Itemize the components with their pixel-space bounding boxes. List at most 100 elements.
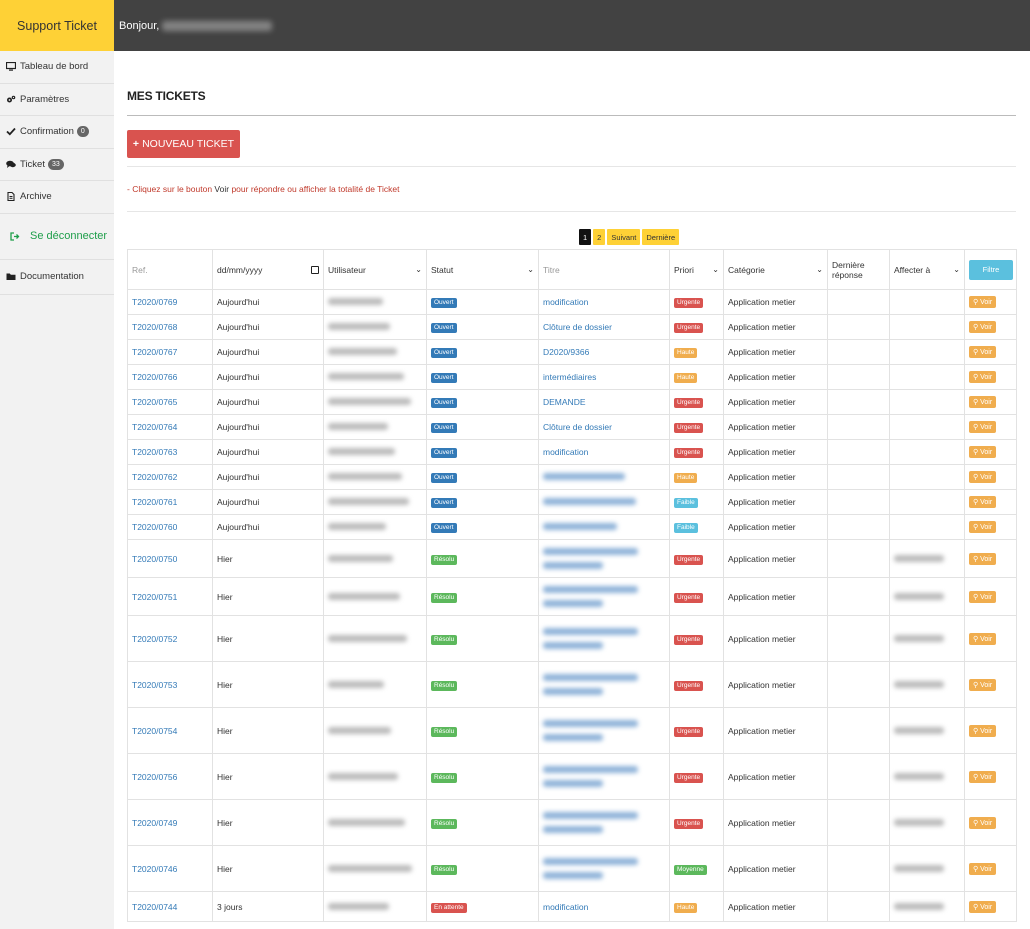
view-ticket-button[interactable]: ⚲ Voir [969,521,997,533]
date-filter[interactable]: dd/mm/yyyy [212,249,324,290]
view-ticket-button[interactable]: ⚲ Voir [969,321,997,333]
logout-link[interactable]: Se déconnecter [0,214,114,260]
ticket-title-redacted[interactable] [543,523,617,530]
ticket-title-link[interactable]: modification [543,447,588,457]
view-ticket-button[interactable]: ⚲ Voir [969,446,997,458]
priority-cell: Urgente [669,439,724,465]
ticket-ref-link[interactable]: T2020/0744 [132,902,177,912]
ticket-title-redacted[interactable] [543,780,603,787]
ticket-title-redacted[interactable] [543,498,636,505]
next-page-button[interactable]: Suivant [607,229,641,245]
ticket-ref-link[interactable]: T2020/0754 [132,726,177,736]
view-ticket-button[interactable]: ⚲ Voir [969,862,997,875]
ticket-ref-link[interactable]: T2020/0769 [132,297,177,307]
ticket-ref-link[interactable]: T2020/0760 [132,522,177,532]
last-page-button[interactable]: Dernière [642,229,680,245]
view-ticket-button[interactable]: ⚲ Voir [969,724,997,737]
filter-button[interactable]: Filtre [969,259,1013,280]
ticket-title-redacted[interactable] [543,766,638,773]
chevron-down-icon: ⌄ [527,265,534,274]
ticket-ref-link[interactable]: T2020/0751 [132,592,177,602]
sidebar-item-ticket[interactable]: Ticket 33 [0,149,114,181]
ticket-title-redacted[interactable] [543,586,638,593]
sidebar-item-documentation[interactable]: Documentation [0,260,114,295]
status-badge: Ouvert [431,473,457,483]
brand-title[interactable]: Support Ticket [0,0,114,51]
ticket-ref-link[interactable]: T2020/0763 [132,447,177,457]
divider [127,211,1016,212]
view-ticket-button[interactable]: ⚲ Voir [969,590,997,603]
ticket-ref-link[interactable]: T2020/0746 [132,864,177,874]
action-cell: ⚲ Voir [964,314,1017,340]
ticket-title-link[interactable]: Clôture de dossier [543,322,612,332]
ticket-ref-link[interactable]: T2020/0753 [132,680,177,690]
calendar-icon[interactable] [311,265,319,274]
ticket-title-link[interactable]: intermédiaires [543,372,596,382]
view-ticket-button[interactable]: ⚲ Voir [969,552,997,565]
view-ticket-button[interactable]: ⚲ Voir [969,816,997,829]
view-ticket-button[interactable]: ⚲ Voir [969,496,997,508]
view-ticket-button[interactable]: ⚲ Voir [969,770,997,783]
priority-filter[interactable]: Priori ⌄ [669,249,724,290]
ticket-title-link[interactable]: DEMANDE [543,397,586,407]
sidebar-item-dashboard[interactable]: Tableau de bord [0,51,114,84]
eye-icon: ⚲ [973,324,979,331]
ticket-ref-link[interactable]: T2020/0767 [132,347,177,357]
ticket-title-link[interactable]: modification [543,297,588,307]
view-ticket-button[interactable]: ⚲ Voir [969,371,997,383]
ticket-title-redacted[interactable] [543,858,638,865]
ref-cell: T2020/0769 [127,289,213,315]
ticket-title-link[interactable]: Clôture de dossier [543,422,612,432]
page-2-button[interactable]: 2 [593,229,606,245]
ref-filter[interactable]: Ref. [127,249,213,290]
ticket-ref-link[interactable]: T2020/0761 [132,497,177,507]
ticket-title-link[interactable]: D2020/9366 [543,347,589,357]
ref-cell: T2020/0753 [127,661,213,708]
page-1-button[interactable]: 1 [579,229,592,245]
ticket-title-redacted[interactable] [543,688,603,695]
ticket-ref-link[interactable]: T2020/0752 [132,634,177,644]
view-ticket-button[interactable]: ⚲ Voir [969,421,997,433]
ticket-title-redacted[interactable] [543,473,625,480]
ticket-title-redacted[interactable] [543,674,638,681]
view-ticket-button[interactable]: ⚲ Voir [969,396,997,408]
ticket-ref-link[interactable]: T2020/0768 [132,322,177,332]
sidebar-item-archive[interactable]: Archive [0,181,114,214]
user-filter[interactable]: Utilisateur ⌄ [323,249,427,290]
title-filter[interactable]: Titre [538,249,670,290]
eye-icon: ⚲ [973,424,979,431]
ticket-ref-link[interactable]: T2020/0756 [132,772,177,782]
ticket-ref-link[interactable]: T2020/0749 [132,818,177,828]
ticket-title-link[interactable]: modification [543,902,588,912]
priority-badge: Moyenne [674,864,707,875]
view-ticket-button[interactable]: ⚲ Voir [969,296,997,308]
sidebar-item-settings[interactable]: Paramètres [0,84,114,116]
ticket-title-redacted[interactable] [543,720,638,727]
status-cell: Résolu [426,661,539,708]
view-ticket-button[interactable]: ⚲ Voir [969,900,997,913]
ticket-ref-link[interactable]: T2020/0765 [132,397,177,407]
ticket-ref-link[interactable]: T2020/0762 [132,472,177,482]
ticket-title-redacted[interactable] [543,734,603,741]
ticket-title-redacted[interactable] [543,628,638,635]
priority-badge: Urgente [674,298,704,308]
category-filter[interactable]: Catégorie ⌄ [723,249,828,290]
ticket-title-redacted[interactable] [543,872,603,879]
ticket-title-redacted[interactable] [543,642,603,649]
ticket-title-redacted[interactable] [543,812,638,819]
ticket-title-redacted[interactable] [543,562,603,569]
status-filter[interactable]: Statut ⌄ [426,249,539,290]
sidebar-item-confirmation[interactable]: Confirmation 0 [0,116,114,149]
assign-filter[interactable]: Affecter à ⌄ [889,249,965,290]
ticket-ref-link[interactable]: T2020/0750 [132,554,177,564]
view-ticket-button[interactable]: ⚲ Voir [969,346,997,358]
ticket-ref-link[interactable]: T2020/0766 [132,372,177,382]
ticket-title-redacted[interactable] [543,600,603,607]
ticket-ref-link[interactable]: T2020/0764 [132,422,177,432]
ticket-title-redacted[interactable] [543,826,603,833]
ticket-title-redacted[interactable] [543,548,638,555]
new-ticket-button[interactable]: + NOUVEAU TICKET [127,130,240,158]
view-ticket-button[interactable]: ⚲ Voir [969,678,997,691]
view-ticket-button[interactable]: ⚲ Voir [969,632,997,645]
view-ticket-button[interactable]: ⚲ Voir [969,471,997,483]
